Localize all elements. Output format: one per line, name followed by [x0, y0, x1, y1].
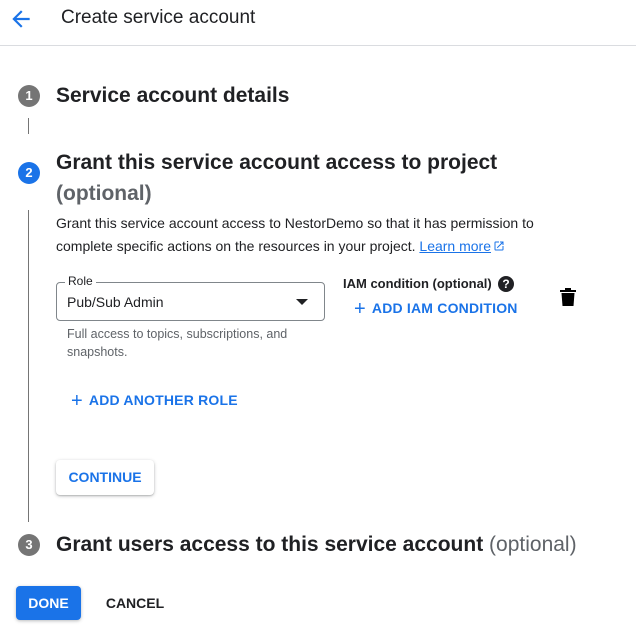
page-title: Create service account: [61, 7, 256, 28]
description-line-1: Grant this service account access to Nes…: [56, 215, 534, 231]
cancel-button[interactable]: CANCEL: [95, 586, 175, 620]
done-button[interactable]: DONE: [16, 586, 81, 620]
step-1-title[interactable]: Service account details: [56, 84, 289, 108]
role-hint: Full access to topics, subscriptions, an…: [67, 327, 288, 359]
step-1-title-text: Service account details: [56, 84, 290, 107]
learn-more-text: Learn more: [419, 238, 491, 254]
step-2-connector: [28, 210, 29, 522]
back-button[interactable]: [8, 6, 34, 32]
step-2-badge: 2: [18, 162, 40, 184]
continue-button[interactable]: CONTINUE: [56, 460, 154, 495]
dropdown-arrow-icon: [296, 299, 308, 305]
step-3-badge: 3: [18, 534, 40, 556]
description-line-2: complete specific actions on the resourc…: [56, 238, 416, 254]
role-label: Role: [65, 274, 96, 288]
step-3-optional: (optional): [489, 533, 577, 556]
add-another-role-label: ADD ANOTHER ROLE: [88, 392, 238, 408]
iam-condition-label: IAM condition (optional): [343, 276, 492, 291]
external-link-icon: [494, 241, 504, 251]
plus-icon: +: [354, 298, 366, 320]
add-another-role-button[interactable]: + ADD ANOTHER ROLE: [71, 390, 238, 413]
step-connector: [28, 118, 29, 134]
add-iam-condition-label: ADD IAM CONDITION: [371, 300, 518, 316]
page-header: Create service account: [0, 0, 636, 46]
role-select[interactable]: Role Pub/Sub Admin: [56, 274, 325, 321]
step-2-title-text: Grant this service account access to pro…: [56, 151, 498, 174]
step-2-optional: (optional): [56, 182, 152, 205]
step-3-title-text: Grant users access to this service accou…: [56, 533, 484, 556]
add-iam-condition-button[interactable]: + ADD IAM CONDITION: [354, 298, 518, 321]
step-2-description: Grant this service account access to Nes…: [56, 212, 576, 258]
step-3-title[interactable]: Grant users access to this service accou…: [56, 533, 577, 557]
role-value: Pub/Sub Admin: [67, 294, 164, 310]
arrow-left-icon: [12, 10, 30, 28]
delete-role-button[interactable]: [560, 288, 576, 306]
help-circle-icon[interactable]: ?: [498, 276, 514, 292]
step-1-badge: 1: [18, 85, 40, 107]
step-2-title: Grant this service account access to pro…: [56, 147, 497, 209]
trash-icon: [560, 288, 576, 306]
learn-more-link[interactable]: Learn more: [419, 238, 505, 254]
plus-icon: +: [71, 390, 83, 412]
